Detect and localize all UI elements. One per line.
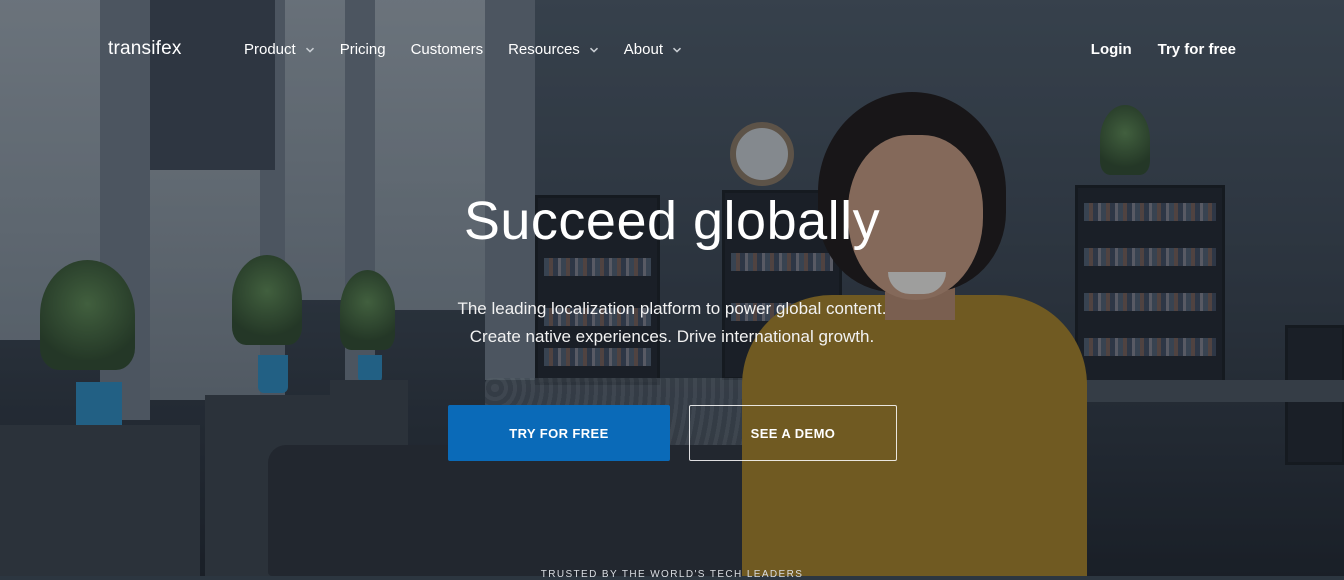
login-link[interactable]: Login xyxy=(1091,41,1132,58)
nav-item-customers[interactable]: Customers xyxy=(411,41,484,58)
hero-subtitle-line-1: The leading localization platform to pow… xyxy=(457,299,887,318)
site-header: transifex Product Pricing Customers Reso… xyxy=(0,0,1344,100)
chevron-down-icon xyxy=(305,45,315,55)
nav-item-label: Resources xyxy=(508,41,580,58)
trusted-by-heading: TRUSTED BY THE WORLD'S TECH LEADERS xyxy=(540,569,804,580)
header-actions: Login Try for free xyxy=(1065,41,1236,58)
nav-item-label: About xyxy=(623,41,663,58)
hero-subtitle-line-2: Create native experiences. Drive interna… xyxy=(469,327,875,346)
nav-item-label: Pricing xyxy=(339,41,386,58)
see-a-demo-button[interactable]: SEE A DEMO xyxy=(689,405,897,461)
hero-title: Succeed globally xyxy=(463,191,881,251)
nav-item-pricing[interactable]: Pricing xyxy=(340,41,386,58)
chevron-down-icon xyxy=(672,45,682,55)
chevron-down-icon xyxy=(589,45,599,55)
main-nav: Product Pricing Customers Resources Abou… xyxy=(244,41,707,58)
try-for-free-button[interactable]: TRY FOR FREE xyxy=(448,405,670,461)
transifex-logo[interactable]: transifex xyxy=(108,38,182,60)
try-for-free-link[interactable]: Try for free xyxy=(1158,41,1236,58)
nav-item-product[interactable]: Product xyxy=(244,41,315,58)
hero-subtitle: The leading localization platform to pow… xyxy=(0,295,1344,351)
nav-item-label: Customers xyxy=(410,41,484,58)
nav-item-about[interactable]: About xyxy=(624,41,682,58)
nav-item-label: Product xyxy=(244,41,296,58)
nav-item-resources[interactable]: Resources xyxy=(508,41,599,58)
